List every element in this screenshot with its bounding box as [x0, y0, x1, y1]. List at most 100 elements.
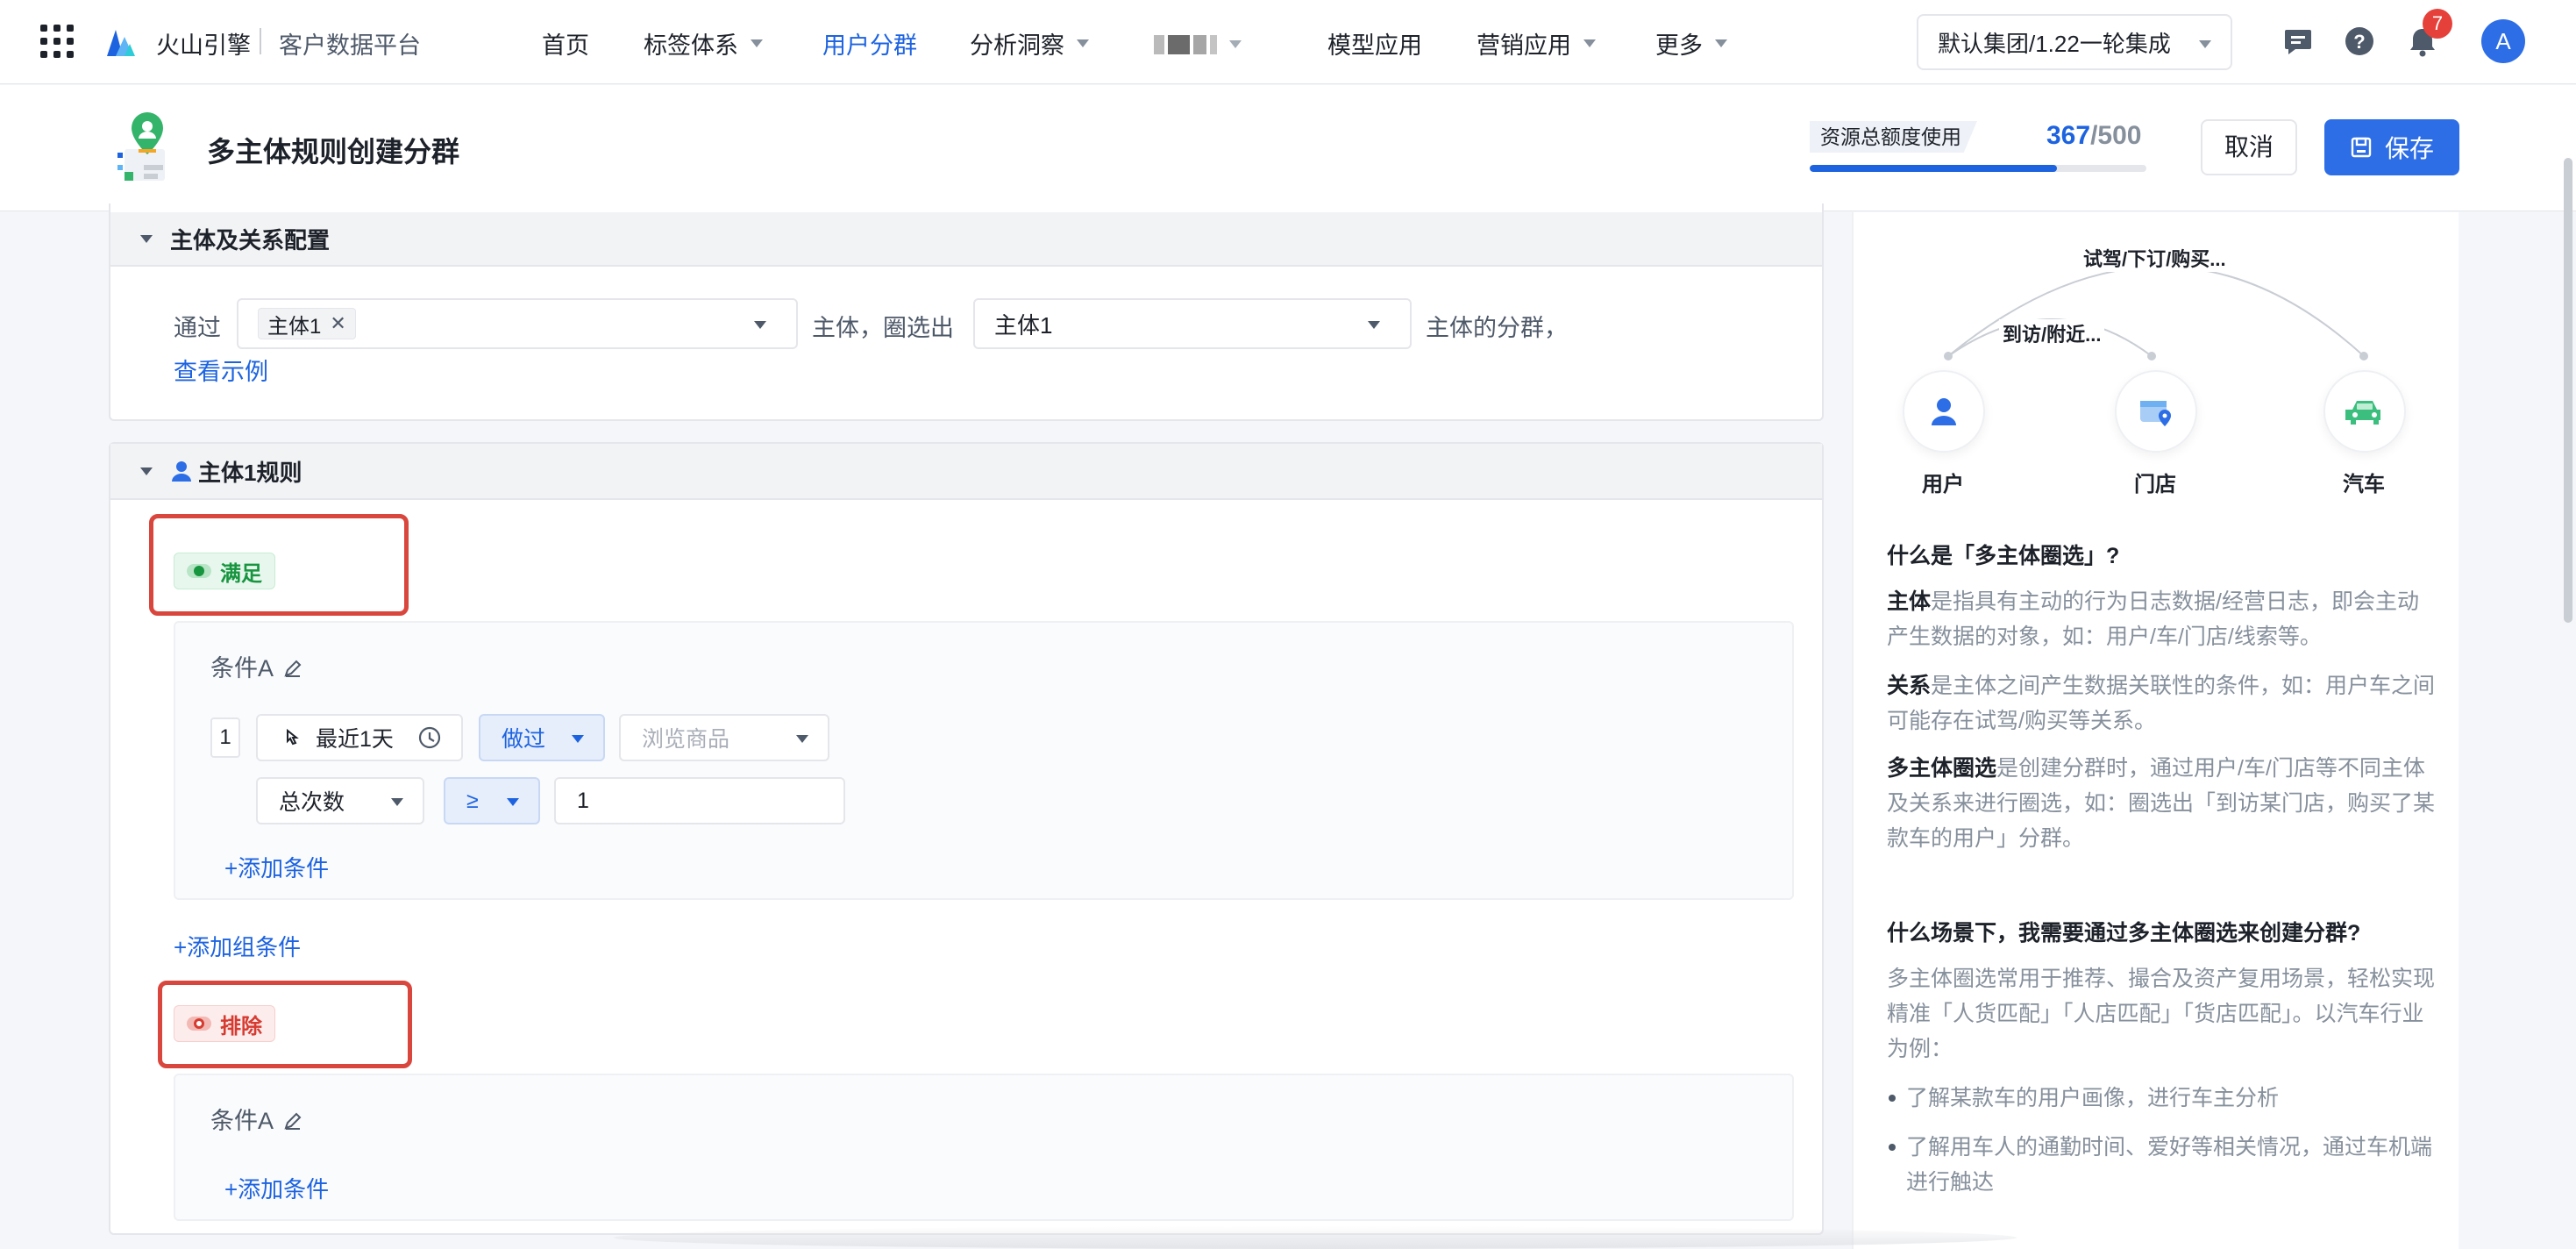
app-root: 火山引擎 客户数据平台 首页 标签体系 用户分群 分析洞察 模型应用 营销应用 …: [0, 0, 2576, 1249]
chevron-down-icon: [754, 321, 766, 329]
segment-map-pin-icon: [117, 112, 165, 181]
entity-car: [2323, 370, 2406, 453]
cancel-button[interactable]: 取消: [2201, 119, 2297, 175]
term-multi-entity: 多主体圈选: [1887, 756, 1997, 781]
chevron-down-icon: [751, 39, 763, 47]
nav-item-more[interactable]: 更多: [1655, 26, 1727, 61]
include-pill-icon: [187, 564, 211, 578]
car-icon: [2345, 401, 2380, 425]
chevron-down-icon: [1368, 321, 1380, 329]
nav-item-home[interactable]: 首页: [542, 26, 589, 61]
notification-badge: 7: [2423, 9, 2452, 39]
chevron-down-icon: [1229, 40, 1242, 60]
edit-pencil-icon[interactable]: [282, 1110, 303, 1131]
chevron-down-icon: [572, 735, 584, 743]
edit-pencil-icon[interactable]: [282, 658, 303, 679]
metric-select[interactable]: 总次数: [256, 777, 424, 824]
entity-store: [2115, 370, 2197, 453]
via-label: 通过: [174, 315, 221, 341]
app-grid-icon[interactable]: [40, 25, 75, 60]
selected-entity-tag-label: 主体1: [267, 314, 322, 339]
clock-icon: [418, 726, 441, 749]
value-input-wrapper: [554, 777, 845, 824]
condition-name-label: 条件A: [210, 1108, 273, 1134]
user-avatar[interactable]: A: [2481, 19, 2525, 63]
collapse-caret-icon: [140, 467, 153, 475]
top-nav: 火山引擎 客户数据平台 首页 标签体系 用户分群 分析洞察 模型应用 营销应用 …: [0, 0, 2576, 84]
quota-used: 367: [2046, 121, 2091, 150]
quota-total: /500: [2090, 121, 2142, 150]
add-condition-link[interactable]: +添加条件: [224, 1172, 329, 1204]
event-select[interactable]: 浏览商品: [619, 714, 829, 761]
time-range-value: 最近1天: [316, 727, 394, 752]
nav-item-tag-system[interactable]: 标签体系: [644, 26, 763, 61]
save-button[interactable]: 保存: [2324, 119, 2459, 175]
value-input[interactable]: [577, 788, 822, 814]
metric-value: 总次数: [279, 790, 345, 815]
click-pointer-icon: [287, 728, 299, 746]
collapse-caret-icon: [140, 234, 153, 243]
suffix-label: 主体的分群，: [1426, 315, 1568, 341]
help-bullet-1: 了解某款车的用户画像，进行车主分析: [1887, 1081, 2436, 1116]
close-icon[interactable]: ✕: [330, 312, 345, 335]
page-scrollbar[interactable]: [2564, 158, 2572, 623]
selected-entity-tag: 主体1 ✕: [258, 308, 356, 339]
tenant-selector[interactable]: 默认集团/1.22一轮集成: [1917, 14, 2232, 70]
operator-value: ≥: [466, 788, 479, 813]
chevron-down-icon: [796, 735, 808, 743]
entity-user: [1903, 370, 1985, 453]
entity1-rules-title: 主体1规则: [198, 459, 302, 486]
quota-progress-fill: [1810, 165, 2057, 172]
brand-divider: [260, 28, 261, 54]
store-icon: [2140, 401, 2171, 426]
include-badge[interactable]: 满足: [174, 553, 275, 589]
exclude-pill-icon: [187, 1017, 211, 1031]
exclude-condition-name[interactable]: 条件A: [210, 1102, 303, 1136]
help-icon[interactable]: ?: [2343, 25, 2376, 58]
chevron-down-icon: [1583, 39, 1596, 47]
chevron-down-icon: [391, 798, 403, 806]
chevron-down-icon: [1715, 39, 1727, 47]
term-entity-desc: 是指具有主动的行为日志数据/经营日志，即会主动产生数据的对象，如：用户/车/门店…: [1887, 589, 2419, 649]
message-icon[interactable]: [2281, 25, 2315, 58]
time-range-picker[interactable]: 最近1天: [256, 714, 463, 761]
add-group-condition-link[interactable]: +添加组条件: [174, 930, 301, 962]
help-paragraph-relation: 关系是主体之间产生数据关联性的条件，如：用户车之间可能存在试驾/购买等关系。: [1887, 668, 2436, 739]
save-icon: [2351, 137, 2372, 158]
exclude-condition-box: [174, 1074, 1794, 1221]
view-example-link[interactable]: 查看示例: [174, 353, 268, 387]
bottom-shadow: [614, 1226, 2017, 1249]
entity-user-label: 用户: [1922, 473, 1964, 496]
masked-nav-item[interactable]: [1154, 35, 1242, 58]
nav-item-user-segment[interactable]: 用户分群: [822, 26, 917, 61]
quota-label: 资源总额度使用: [1810, 121, 1977, 153]
action-select[interactable]: 做过: [479, 714, 605, 761]
help-paragraph-multi-entity: 多主体圈选是创建分群时，通过用户/车/门店等不同主体及关系来进行圈选，如：圈选出…: [1887, 751, 2436, 856]
source-entity-select[interactable]: 主体1 ✕: [237, 298, 798, 349]
condition-name-label: 条件A: [210, 655, 273, 682]
add-condition-link[interactable]: +添加条件: [224, 851, 329, 883]
nav-item-marketing-apps[interactable]: 营销应用: [1477, 26, 1596, 61]
term-relation: 关系: [1887, 674, 1932, 698]
entity1-rules-header[interactable]: 主体1规则: [110, 444, 1822, 500]
user-icon: [172, 461, 191, 482]
event-placeholder: 浏览商品: [642, 727, 730, 752]
entity-config-header[interactable]: 主体及关系配置: [110, 212, 1822, 267]
nav-item-analysis[interactable]: 分析洞察: [970, 26, 1089, 61]
target-entity-select[interactable]: 主体1: [973, 298, 1412, 349]
term-entity: 主体: [1887, 589, 1932, 614]
operator-select[interactable]: ≥: [444, 777, 540, 824]
volcengine-logo-icon[interactable]: [105, 23, 137, 58]
condition-row-index: 1: [210, 717, 240, 758]
chevron-down-icon: [2199, 40, 2211, 48]
exclude-badge-label: 排除: [220, 1014, 262, 1038]
term-relation-desc: 是主体之间产生数据关联性的条件，如：用户车之间可能存在试驾/购买等关系。: [1887, 674, 2436, 733]
action-value: 做过: [502, 727, 546, 752]
exclude-badge[interactable]: 排除: [174, 1005, 275, 1042]
help-question-1: 什么是「多主体圈选」?: [1887, 544, 2120, 568]
help-bullet-2: 了解用车人的通勤时间、爱好等相关情况，通过车机端进行触达: [1887, 1130, 2436, 1200]
help-paragraph-scenario: 多主体圈选常用于推荐、撮合及资产复用场景，轻松实现精准「人货匹配」「人店匹配」「…: [1887, 967, 2436, 1061]
nav-item-model-apps[interactable]: 模型应用: [1327, 26, 1422, 61]
product-name: 客户数据平台: [279, 32, 421, 59]
include-condition-name[interactable]: 条件A: [210, 649, 303, 683]
